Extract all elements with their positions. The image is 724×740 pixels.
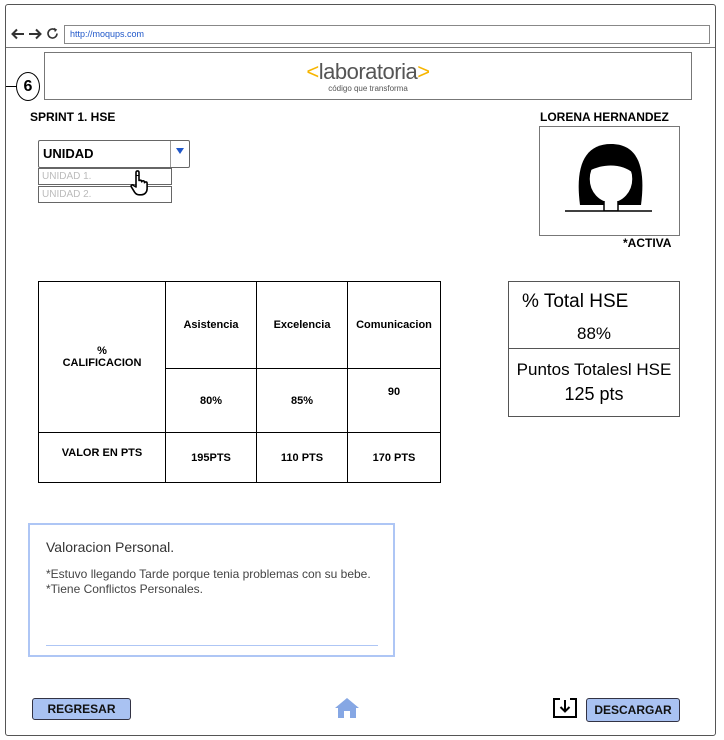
home-icon[interactable]: [334, 697, 360, 724]
personal-note-textarea[interactable]: Valoracion Personal. *Estuvo llegando Ta…: [28, 523, 395, 657]
select-divider: [170, 141, 171, 167]
table-cell-pts: 170 PTS: [347, 432, 441, 483]
note-underline: [46, 645, 378, 646]
hse-totals-panel: % Total HSE 88% Puntos Totalesl HSE 125 …: [508, 281, 680, 417]
back-icon[interactable]: [11, 27, 25, 44]
toolbar-divider: [6, 47, 715, 48]
hand-cursor-icon: [128, 170, 150, 201]
column-header: Excelencia: [256, 281, 348, 369]
note-title: Valoracion Personal.: [46, 539, 175, 555]
hse-pts-label: Puntos Totalesl HSE: [516, 360, 672, 379]
scores-table: % CALIFICACION Asistencia Excelencia Com…: [38, 281, 441, 483]
header-banner: <laboratoria> código que transforma: [44, 52, 692, 100]
table-cell-pct: 90: [347, 368, 441, 433]
hse-pct-label: % Total HSE: [522, 291, 629, 312]
profile-name: LORENA HERNANDEZ: [540, 110, 669, 124]
sprint-title: SPRINT 1. HSE: [30, 110, 116, 124]
back-button[interactable]: REGRESAR: [32, 698, 131, 720]
unit-select[interactable]: UNIDAD: [38, 140, 190, 168]
unit-select-value: UNIDAD: [43, 146, 94, 161]
unit-option-2[interactable]: UNIDAD 2.: [38, 186, 172, 203]
column-header: Comunicacion: [347, 281, 441, 369]
note-line: *Estuvo llegando Tarde porque tenia prob…: [46, 567, 371, 581]
row-header-pct: % CALIFICACION: [38, 281, 166, 433]
avatar: [539, 126, 680, 236]
address-bar[interactable]: http://moqups.com: [64, 25, 710, 44]
hse-pct-value: 88%: [576, 324, 612, 343]
unit-option-1[interactable]: UNIDAD 1.: [38, 168, 172, 185]
table-cell-pct: 80%: [165, 368, 257, 433]
forward-icon[interactable]: [28, 27, 42, 44]
column-header: Asistencia: [165, 281, 257, 369]
table-cell-pts: 195PTS: [165, 432, 257, 483]
user-avatar-icon: [565, 144, 652, 215]
note-line: *Tiene Conflictos Personales.: [46, 582, 203, 596]
reload-icon[interactable]: [46, 27, 59, 43]
profile-status: *ACTIVA: [623, 236, 672, 250]
table-cell-pts: 110 PTS: [256, 432, 348, 483]
download-button[interactable]: DESCARGAR: [586, 698, 680, 722]
logo: <laboratoria>: [306, 59, 430, 84]
chevron-down-icon[interactable]: [176, 148, 184, 154]
hse-divider: [509, 348, 679, 349]
step-marker: 6: [16, 72, 40, 101]
table-cell-pct: 85%: [256, 368, 348, 433]
row-header-pts: VALOR EN PTS: [38, 432, 166, 483]
download-icon[interactable]: [552, 697, 578, 724]
hse-pts-value: 125 pts: [564, 384, 624, 404]
logo-tagline: código que transforma: [328, 84, 408, 93]
